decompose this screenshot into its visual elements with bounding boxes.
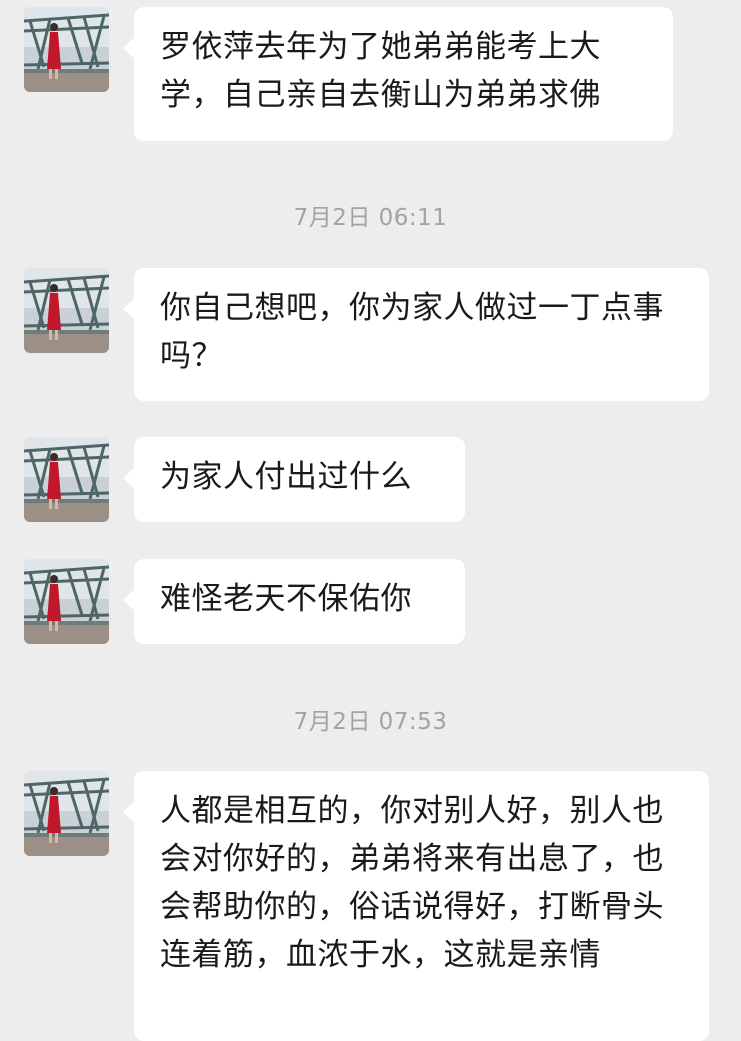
message-text: 为家人付出过什么 (160, 459, 412, 495)
message-bubble[interactable]: 人都是相互的，你对别人好，别人也会对你好的，弟弟将来有出息了，也会帮助你的，俗话… (123, 771, 709, 1041)
avatar-image (24, 437, 109, 522)
message-text: 罗依萍去年为了她弟弟能考上大学，自己亲自去衡山为弟弟求佛 (160, 29, 601, 113)
message-text: 你自己想吧，你为家人做过一丁点事吗？ (160, 290, 664, 374)
avatar-image (24, 771, 109, 856)
message-row: 为家人付出过什么 (0, 437, 741, 522)
message-text: 难怪老天不保佑你 (160, 581, 412, 617)
avatar[interactable] (24, 771, 109, 856)
avatar-image (24, 559, 109, 644)
chat-history: 罗依萍去年为了她弟弟能考上大学，自己亲自去衡山为弟弟求佛 7月2日 06:11 … (0, 0, 741, 1041)
message-bubble[interactable]: 罗依萍去年为了她弟弟能考上大学，自己亲自去衡山为弟弟求佛 (123, 7, 673, 141)
avatar[interactable] (24, 559, 109, 644)
message-bubble[interactable]: 你自己想吧，你为家人做过一丁点事吗？ (123, 268, 709, 401)
message-row: 罗依萍去年为了她弟弟能考上大学，自己亲自去衡山为弟弟求佛 (0, 7, 741, 141)
message-row: 人都是相互的，你对别人好，别人也会对你好的，弟弟将来有出息了，也会帮助你的，俗话… (0, 771, 741, 1041)
timestamp: 7月2日 07:53 (293, 709, 448, 735)
timestamp: 7月2日 06:11 (293, 205, 448, 231)
avatar[interactable] (24, 437, 109, 522)
avatar-image (24, 268, 109, 353)
avatar-image (24, 7, 109, 92)
message-row: 难怪老天不保佑你 (0, 559, 741, 644)
message-text: 人都是相互的，你对别人好，别人也会对你好的，弟弟将来有出息了，也会帮助你的，俗话… (160, 793, 664, 973)
avatar[interactable] (24, 268, 109, 353)
message-bubble[interactable]: 为家人付出过什么 (123, 437, 465, 522)
message-bubble[interactable]: 难怪老天不保佑你 (123, 559, 465, 644)
message-row: 你自己想吧，你为家人做过一丁点事吗？ (0, 268, 741, 401)
avatar[interactable] (24, 7, 109, 92)
